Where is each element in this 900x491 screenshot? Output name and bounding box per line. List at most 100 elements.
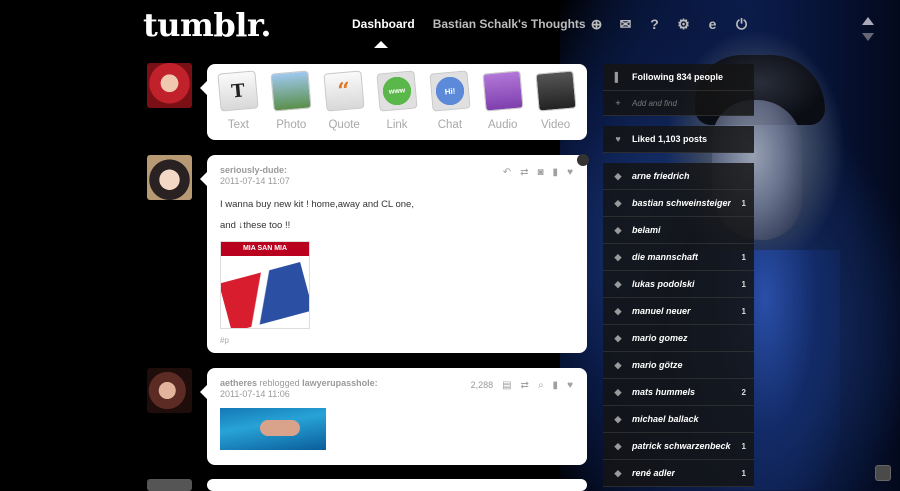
compose-link[interactable]: www Link [376, 70, 418, 140]
tag-icon: ◆ [614, 332, 622, 343]
bookmark-icon[interactable]: ▮ [553, 167, 559, 178]
avatar-next[interactable] [147, 479, 192, 491]
bookmark-icon[interactable]: ▮ [553, 380, 559, 391]
sidebar-tag[interactable]: ◆ bastian schweinsteiger 1 [603, 190, 754, 217]
tag-label: manuel neuer [632, 306, 691, 316]
gear-icon[interactable]: ⚙ [675, 16, 692, 33]
tag-icon: ◆ [614, 278, 622, 289]
compose-photo[interactable]: Photo [270, 70, 312, 140]
plus-icon[interactable]: ⊕ [588, 16, 605, 33]
like-icon[interactable]: ♥ [567, 380, 573, 391]
sidebar-following[interactable]: ▌ Following 834 people [603, 64, 754, 91]
tag-label: michael ballack [632, 414, 699, 424]
notes-count[interactable]: 2,288 [471, 380, 494, 391]
sidebar-tag[interactable]: ◆ patrick schwarzenbeck 1 [603, 433, 754, 460]
edit-icon[interactable]: e [704, 16, 721, 33]
sidebar-liked-label: Liked 1,103 posts [632, 134, 708, 144]
reblog-icon[interactable]: ⇄ [521, 380, 529, 391]
avatar-own[interactable] [147, 63, 192, 108]
sidebar-add-friends[interactable]: + Add and find [603, 91, 754, 116]
post-body: I wanna buy new kit ! home,away and CL o… [220, 198, 574, 233]
nav-blog[interactable]: Bastian Schalk's Thoughts [433, 17, 586, 31]
chat-icon: Hi! [429, 70, 471, 112]
sidebar-tag[interactable]: ◆ mario gomez [603, 325, 754, 352]
tag-icon: ◆ [614, 386, 622, 397]
sidebar-add-friends-label: Add and find [632, 98, 677, 108]
post-source[interactable]: lawyerupasshole: [302, 378, 378, 388]
notes-icon[interactable]: ▤ [502, 380, 511, 391]
power-icon[interactable]: ⏻ [733, 16, 750, 33]
add-user-icon: + [615, 98, 621, 108]
link-icon: www [376, 70, 418, 112]
like-icon[interactable]: ♥ [567, 167, 573, 178]
post-text-line: and ↓these too !! [220, 220, 291, 232]
photo-icon [270, 70, 312, 112]
post-corner-dot[interactable] [577, 154, 589, 166]
post-tag[interactable]: #p [220, 336, 574, 345]
tag-label: belami [632, 225, 661, 235]
sidebar-liked[interactable]: ♥ Liked 1,103 posts [603, 126, 754, 153]
compose-quote[interactable]: “ Quote [323, 70, 365, 140]
scroll-up-icon[interactable] [862, 17, 874, 25]
tag-icon: ◆ [614, 413, 622, 424]
text-icon: T [217, 70, 260, 112]
tag-count: 1 [741, 252, 746, 262]
scroll-controls [862, 17, 874, 49]
compose-audio[interactable]: Audio [482, 70, 524, 140]
post-composer: T Text Photo “ Quote www Link Hi! Chat A… [200, 64, 587, 140]
sidebar-tag[interactable]: ◆ arne friedrich [603, 163, 754, 190]
help-icon[interactable]: ? [646, 16, 663, 33]
avatar-seriously-dude[interactable] [147, 155, 192, 200]
nav-icon-bar: ⊕ ✉ ? ⚙ e ⏻ [588, 16, 750, 33]
post-controls: ↶ ⇄ ◙ ▮ ♥ [503, 167, 573, 178]
compose-label: Photo [276, 119, 307, 131]
scroll-down-icon[interactable] [862, 33, 874, 41]
compose-label: Audio [488, 119, 518, 131]
heart-icon: ♥ [615, 134, 621, 144]
photo-banner: MIA SAN MIA [221, 241, 309, 256]
sidebar-tag[interactable]: ◆ belami [603, 217, 754, 244]
tag-label: die mannschaft [632, 252, 699, 262]
post-card-next [207, 479, 587, 491]
reblog-text: reblogged [259, 378, 300, 388]
tag-count: 1 [741, 468, 746, 478]
sidebar-tag[interactable]: ◆ lukas podolski 1 [603, 271, 754, 298]
nav-dashboard[interactable]: Dashboard [352, 17, 415, 31]
sidebar-tag[interactable]: ◆ mats hummels 2 [603, 379, 754, 406]
compose-video[interactable]: Video [534, 70, 577, 140]
tag-icon: ◆ [614, 440, 622, 451]
post-card: seriously-dude: 2011-07-14 11:07 ↶ ⇄ ◙ ▮… [200, 155, 587, 353]
compose-label: Text [227, 119, 249, 131]
tag-icon: ◆ [614, 251, 622, 262]
tag-label: mario gomez [632, 333, 688, 343]
sidebar-tag[interactable]: ◆ rené adler 1 [603, 460, 754, 487]
video-icon [534, 70, 577, 112]
post-photo[interactable] [220, 408, 326, 450]
sidebar-tag[interactable]: ◆ mario götze [603, 352, 754, 379]
back-to-top-button[interactable] [875, 465, 891, 481]
post-author[interactable]: aetheres [220, 378, 257, 388]
reply-icon[interactable]: ↶ [503, 167, 511, 178]
sidebar-tag[interactable]: ◆ manuel neuer 1 [603, 298, 754, 325]
tag-label: rené adler [632, 468, 676, 478]
reblog-icon[interactable]: ⇄ [520, 167, 528, 178]
compose-text[interactable]: T Text [217, 70, 260, 140]
tag-icon: ◆ [614, 197, 622, 208]
compose-chat[interactable]: Hi! Chat [429, 70, 471, 140]
tag-count: 1 [741, 279, 746, 289]
search-icon[interactable]: ⌕ [538, 380, 544, 391]
sidebar-tag[interactable]: ◆ michael ballack [603, 406, 754, 433]
mail-icon[interactable]: ✉ [617, 16, 634, 33]
people-icon: ▌ [614, 72, 622, 82]
sidebar-tag[interactable]: ◆ die mannschaft 1 [603, 244, 754, 271]
sidebar-following-label: Following 834 people [632, 72, 724, 82]
tag-count: 1 [741, 441, 746, 451]
photo-jersey [221, 261, 309, 328]
tag-icon: ◆ [614, 224, 622, 235]
post-photo[interactable]: MIA SAN MIA [220, 240, 310, 329]
tumblr-logo[interactable]: tumblr. [143, 6, 272, 44]
camera-icon[interactable]: ◙ [538, 167, 544, 178]
avatar-aetheres[interactable] [147, 368, 192, 413]
compose-label: Link [386, 119, 408, 131]
